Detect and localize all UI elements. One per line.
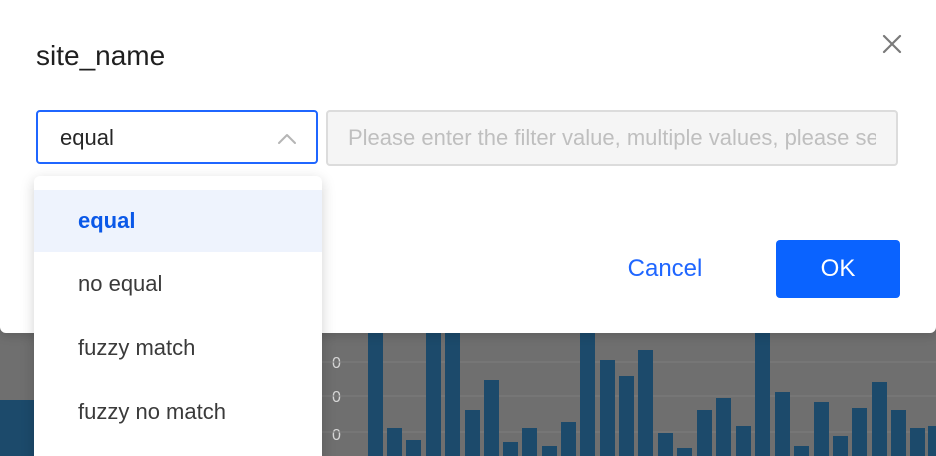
bg-bar [677,448,692,456]
bg-bar [814,402,829,456]
operator-dropdown: equal no equal fuzzy match fuzzy no matc… [34,176,322,456]
bg-bar [465,410,480,456]
bg-bar [580,333,595,456]
bg-bar [658,433,673,456]
bg-bar [0,400,34,456]
bg-bar [638,350,653,456]
bg-bar [542,446,557,456]
dropdown-option-fuzzy-no-match[interactable]: fuzzy no match [34,381,322,443]
filter-value-input[interactable] [326,110,898,166]
bg-bar [872,382,887,456]
bg-bar [775,392,790,456]
close-icon [882,34,902,54]
bg-bar [600,360,615,456]
bg-axis-tick: 0 [332,355,341,372]
bg-bar [852,408,867,456]
bg-bar [697,410,712,456]
bg-bar [755,333,770,456]
close-button[interactable] [878,30,906,58]
bg-bar [387,428,402,456]
cancel-button[interactable]: Cancel [606,240,724,298]
bg-bar [561,422,576,456]
bg-bar [736,426,751,456]
bg-axis-tick: 0 [332,427,341,444]
dropdown-option-no-equal[interactable]: no equal [34,253,322,315]
bg-bar [891,410,906,456]
bg-bar [426,333,441,456]
bg-axis-tick: 0 [332,389,341,406]
bg-bar [910,428,925,456]
bg-bar [794,446,809,456]
bg-bar [484,380,499,456]
bg-bar [619,376,634,456]
bg-bar [445,333,460,456]
operator-select-value: equal [60,125,114,150]
bg-bar [368,333,383,456]
dropdown-option-fuzzy-match[interactable]: fuzzy match [34,317,322,379]
chevron-up-icon [278,134,296,144]
bg-bar [522,428,537,456]
bg-bar [716,398,731,456]
ok-button[interactable]: OK [776,240,900,298]
bg-bar [406,440,421,456]
bg-bar [928,426,936,456]
bg-bar [833,436,848,456]
bg-bar [503,442,518,456]
dropdown-option-equal[interactable]: equal [34,190,322,252]
operator-select[interactable]: equal [36,110,318,164]
modal-title: site_name [36,40,166,71]
